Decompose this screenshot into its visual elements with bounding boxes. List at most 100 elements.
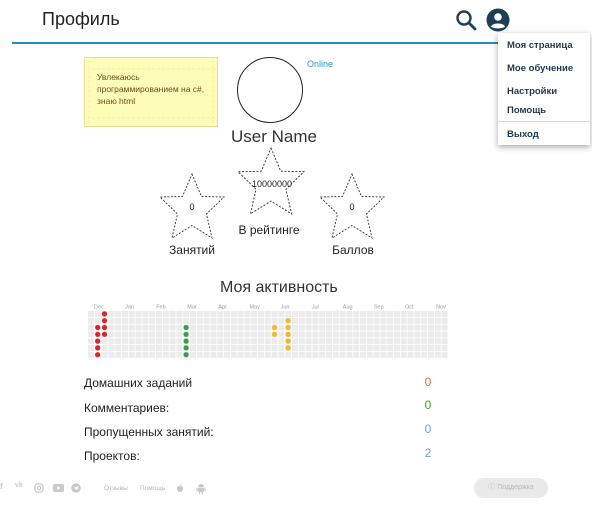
activity-dot	[101, 324, 108, 331]
about-note[interactable]: Увлекаюсь программированием на c#, знаю …	[84, 57, 218, 127]
heatmap-cell	[298, 317, 305, 324]
heatmap-cell	[312, 324, 319, 331]
facebook-icon[interactable]: f	[0, 482, 3, 491]
menu-item-my-learning[interactable]: Мое обучение	[507, 63, 573, 74]
heatmap-cell	[162, 351, 169, 358]
heatmap-cell	[380, 345, 387, 351]
account-icon[interactable]	[486, 8, 510, 32]
heatmap-cell	[244, 311, 251, 317]
heatmap-cell	[251, 324, 258, 331]
heatmap-cell	[258, 331, 264, 338]
support-button[interactable]: ⓘ Поддержка	[474, 478, 548, 498]
heatmap-cell	[217, 324, 224, 331]
menu-item-logout[interactable]: Выход	[507, 129, 539, 140]
heatmap-cell	[128, 331, 135, 338]
heatmap-cell	[237, 345, 244, 351]
activity-dot	[285, 324, 291, 331]
heatmap-cell	[196, 338, 203, 345]
footer-link-help[interactable]: Помощь	[140, 485, 165, 492]
heatmap-cell	[380, 331, 387, 338]
heatmap-cell	[373, 331, 380, 338]
heatmap-cell	[387, 311, 394, 317]
heatmap-cell	[360, 351, 366, 358]
heatmap-cell	[387, 317, 394, 324]
heatmap-cell	[230, 345, 237, 351]
heatmap-cell	[373, 317, 380, 324]
heatmap-cell	[244, 331, 251, 338]
telegram-icon[interactable]	[71, 483, 81, 493]
heatmap-cell	[380, 324, 387, 331]
heatmap-cell	[217, 351, 224, 358]
heatmap-cell	[407, 324, 414, 331]
activity-dot	[285, 338, 291, 344]
heatmap-cell	[305, 345, 312, 351]
menu-item-help[interactable]: Помощь	[507, 105, 546, 116]
heatmap-cell	[421, 317, 428, 324]
heatmap-cell	[88, 324, 94, 331]
heatmap-cell	[142, 311, 149, 317]
heatmap-cell	[156, 331, 162, 338]
heatmap-cell	[305, 324, 312, 331]
instagram-icon[interactable]	[34, 483, 44, 493]
heatmap-cell	[237, 331, 244, 338]
heatmap-month-label: Aug	[343, 305, 353, 311]
heatmap-cell	[176, 345, 183, 351]
heatmap-cell	[326, 331, 332, 338]
heatmap-cell	[326, 345, 332, 351]
avatar[interactable]	[237, 57, 303, 123]
footer-link-reviews[interactable]: Отзывы	[104, 485, 128, 492]
heatmap-cell	[394, 311, 400, 317]
account-dropdown-menu: Моя страница Мое обучение Настройки Помо…	[498, 33, 590, 145]
heatmap-cell	[196, 324, 203, 331]
heatmap-cell	[434, 317, 441, 324]
heatmap-cell	[319, 351, 326, 358]
heatmap-cell	[332, 351, 339, 358]
heatmap-cell	[326, 324, 332, 331]
heatmap-cell	[441, 338, 448, 345]
heatmap-cell	[115, 338, 122, 345]
heatmap-cell	[115, 311, 122, 317]
heatmap-cell	[122, 317, 128, 324]
vk-icon[interactable]: vk	[15, 482, 23, 489]
search-icon[interactable]	[455, 9, 477, 31]
heatmap-cell	[183, 317, 190, 324]
heatmap-cell	[149, 331, 156, 338]
comments-count: 0	[424, 398, 432, 412]
menu-item-settings[interactable]: Настройки	[507, 86, 557, 97]
heatmap-cell	[217, 317, 224, 324]
heatmap-cell	[258, 345, 264, 351]
heatmap-cell	[271, 345, 278, 351]
heatmap-cell	[190, 338, 196, 345]
heatmap-cell	[346, 351, 353, 358]
android-icon[interactable]	[196, 482, 206, 494]
activity-dot	[95, 331, 101, 337]
heatmap-cell	[142, 331, 149, 338]
heatmap-cell	[135, 351, 142, 358]
heatmap-cell	[162, 338, 169, 345]
heatmap-cell	[292, 331, 298, 338]
heatmap-cell	[428, 311, 434, 317]
heatmap-cell	[115, 351, 122, 358]
heatmap-cell	[217, 345, 224, 351]
apple-icon[interactable]	[176, 484, 184, 493]
heatmap-cell	[400, 324, 407, 331]
activity-dot	[183, 352, 189, 358]
heatmap-cell	[332, 345, 339, 351]
heatmap-cell	[101, 351, 108, 358]
heatmap-cell	[346, 338, 353, 345]
heatmap-cell	[210, 311, 217, 317]
heatmap-cell	[421, 331, 428, 338]
heatmap-cell	[353, 317, 360, 324]
heatmap-cell	[339, 345, 346, 351]
heatmap-cell	[156, 351, 162, 358]
heatmap-cell	[387, 324, 394, 331]
activity-dot	[101, 318, 108, 324]
activity-dot	[95, 345, 101, 351]
youtube-icon[interactable]	[53, 484, 64, 492]
heatmap-cell	[312, 311, 319, 317]
heatmap-cell	[244, 345, 251, 351]
comments-label: Комментариев:	[84, 401, 170, 415]
heatmap-cell	[203, 324, 210, 331]
menu-item-my-page[interactable]: Моя страница	[507, 40, 573, 51]
heatmap-cell	[319, 338, 326, 345]
